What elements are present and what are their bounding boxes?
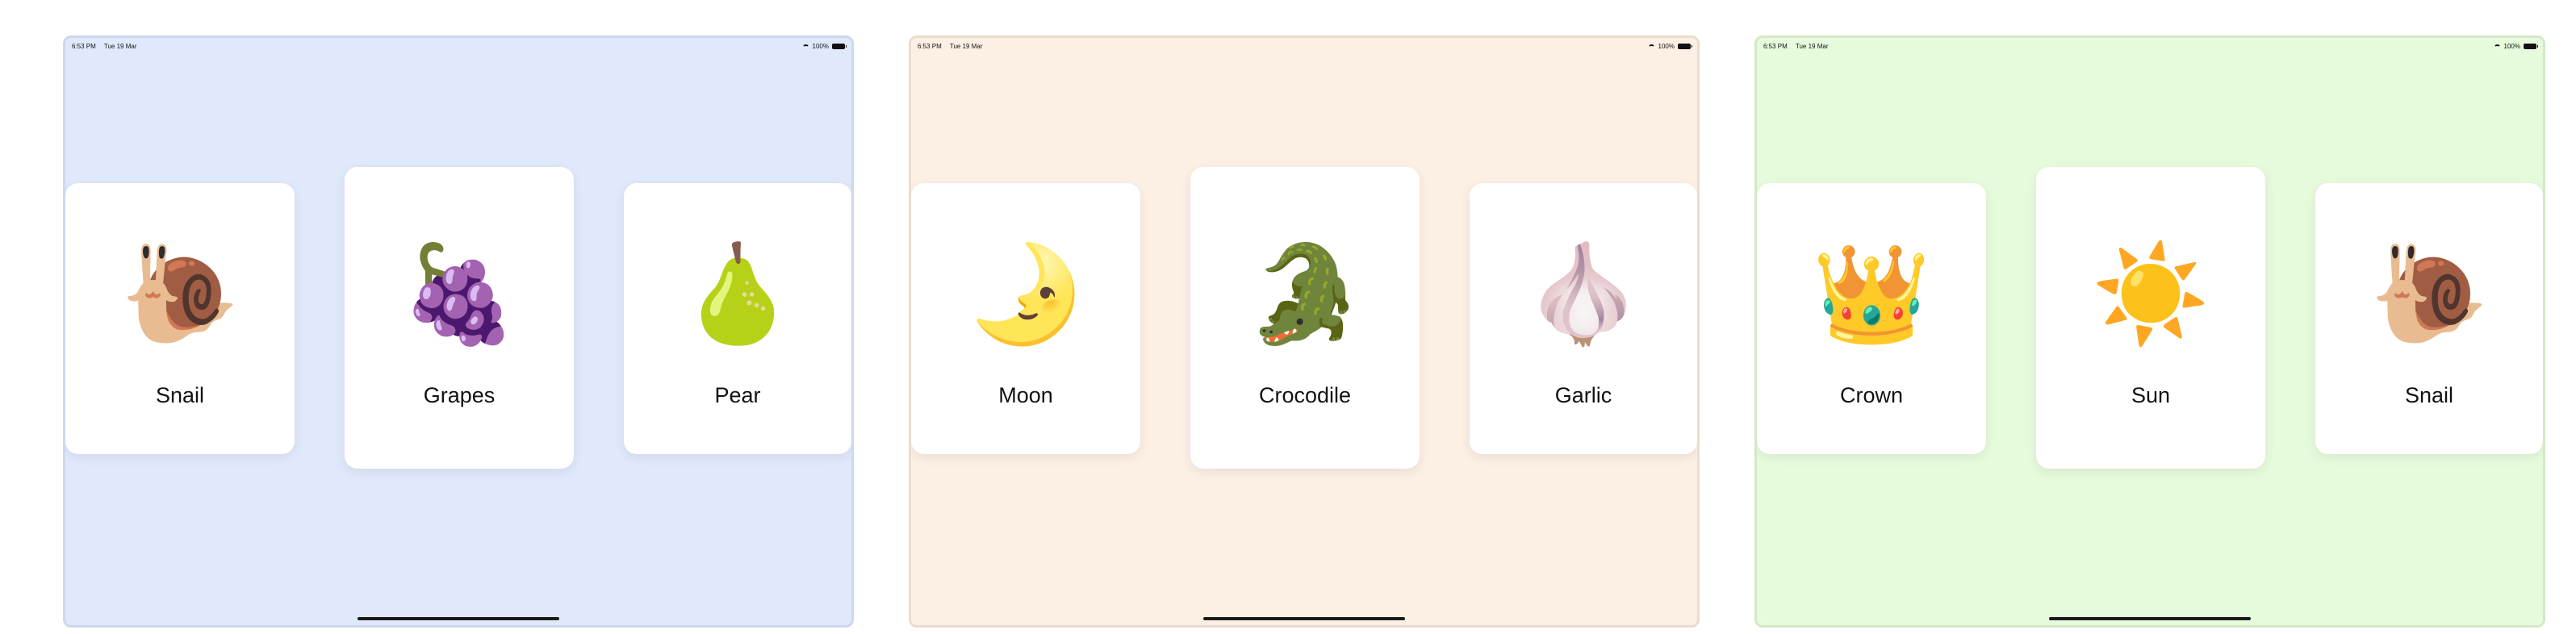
card-label: Sun — [2131, 383, 2171, 407]
pear-icon: 🍐 — [678, 238, 797, 349]
word-card-selected[interactable]: 🐊 Crocodile — [1190, 167, 1420, 469]
status-date: Tue 19 Mar — [103, 43, 137, 50]
card-label: Snail — [2404, 383, 2454, 407]
card-label: Snail — [155, 383, 205, 407]
battery-percent: 100% — [2503, 43, 2520, 50]
ipad-screen-3: 6:53 PM Tue 19 Mar 100% 👑 Crown ☀️ Sun 🐌… — [1754, 35, 2545, 628]
word-card[interactable]: 👑 Crown — [1757, 183, 1986, 454]
crown-icon: 👑 — [1812, 238, 1931, 349]
ipad-screen-2: 6:53 PM Tue 19 Mar 100% 🌛 Moon 🐊 Crocodi… — [909, 35, 1700, 628]
moon-icon: 🌛 — [966, 238, 1085, 349]
card-label: Crown — [1839, 383, 1904, 407]
card-label: Garlic — [1554, 383, 1612, 407]
word-card[interactable]: 🧄 Garlic — [1470, 183, 1697, 454]
card-label: Moon — [998, 383, 1053, 407]
status-bar: 6:53 PM Tue 19 Mar 100% — [1763, 41, 2538, 52]
word-card[interactable]: 🐌 Snail — [2315, 183, 2543, 454]
word-card[interactable]: 🍐 Pear — [624, 183, 851, 454]
status-bar: 6:53 PM Tue 19 Mar 100% — [72, 41, 847, 52]
sun-icon: ☀️ — [2091, 238, 2210, 349]
home-indicator[interactable] — [358, 617, 559, 620]
status-bar: 6:53 PM Tue 19 Mar 100% — [918, 41, 1692, 52]
word-card[interactable]: 🐌 Snail — [65, 183, 295, 454]
snail-icon: 🐌 — [2369, 238, 2489, 349]
card-label: Crocodile — [1258, 383, 1352, 407]
battery-percent: 100% — [812, 43, 829, 50]
battery-icon — [2524, 44, 2538, 49]
status-time: 6:53 PM — [1763, 43, 1788, 50]
home-indicator[interactable] — [2049, 617, 2251, 620]
ipad-screen-1: 6:53 PM Tue 19 Mar 100% 🐌 Snail 🍇 Grapes… — [63, 35, 854, 628]
grapes-icon: 🍇 — [399, 238, 519, 349]
battery-icon — [1678, 44, 1692, 49]
status-time: 6:53 PM — [72, 43, 96, 50]
crocodile-icon: 🐊 — [1245, 238, 1365, 349]
card-label: Grapes — [423, 383, 496, 407]
battery-percent: 100% — [1658, 43, 1675, 50]
word-card-selected[interactable]: 🍇 Grapes — [345, 167, 574, 469]
status-time: 6:53 PM — [918, 43, 942, 50]
wifi-icon — [1647, 44, 1655, 49]
battery-icon — [832, 44, 847, 49]
word-card-selected[interactable]: ☀️ Sun — [2036, 167, 2265, 469]
status-date: Tue 19 Mar — [1795, 43, 1829, 50]
garlic-icon: 🧄 — [1524, 238, 1643, 349]
card-label: Pear — [714, 383, 761, 407]
wifi-icon — [2493, 44, 2501, 49]
snail-icon: 🐌 — [120, 238, 240, 349]
status-date: Tue 19 Mar — [949, 43, 983, 50]
home-indicator[interactable] — [1203, 617, 1405, 620]
wifi-icon — [801, 44, 809, 49]
word-card[interactable]: 🌛 Moon — [911, 183, 1140, 454]
